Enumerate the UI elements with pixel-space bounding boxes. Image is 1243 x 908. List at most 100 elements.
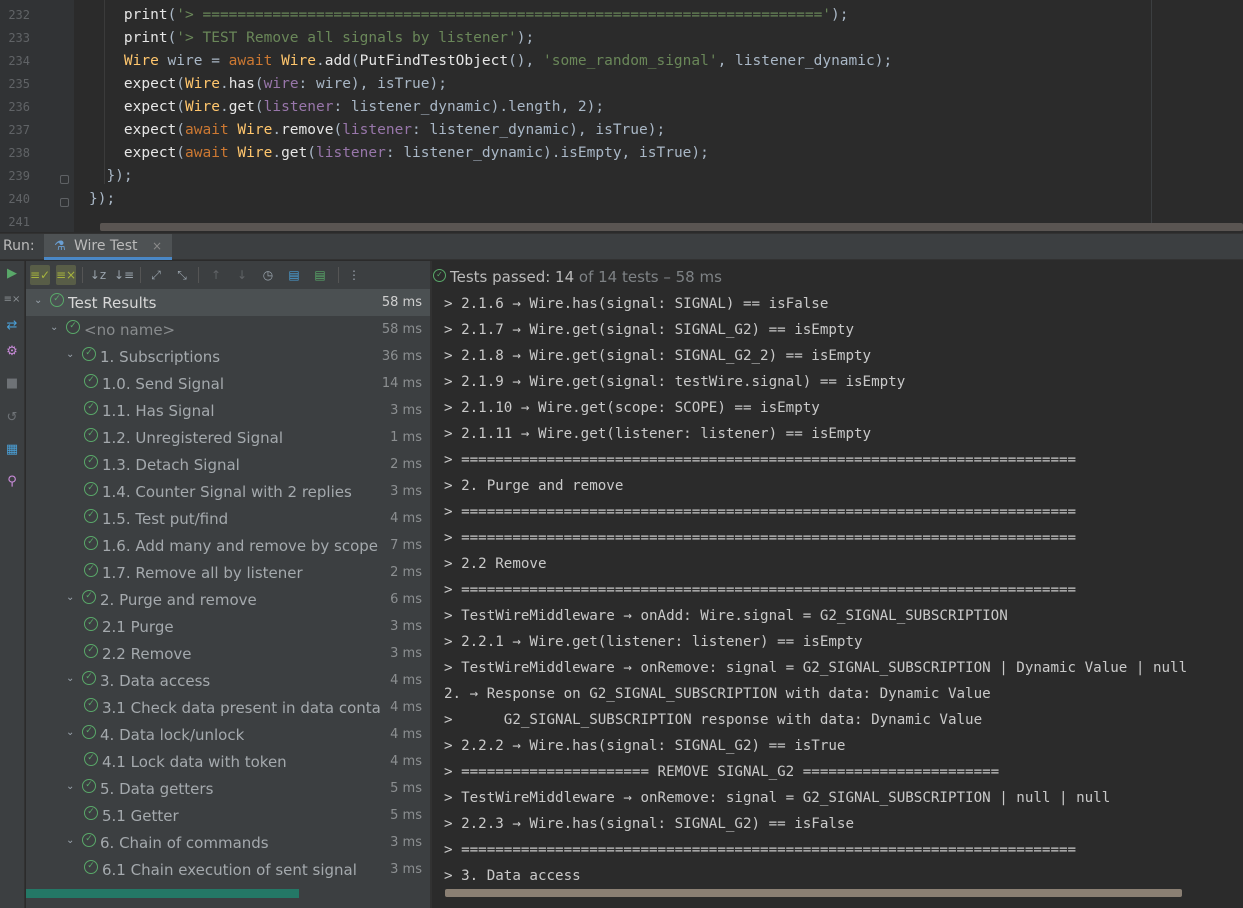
test-tree-item[interactable]: ✓ 2.1 Purge 3 ms: [26, 613, 430, 640]
collapse-all-icon[interactable]: ⤡: [172, 265, 192, 285]
sort-alphabetically-icon[interactable]: ↓z: [88, 265, 108, 285]
code-token: Wire: [185, 76, 220, 92]
test-tree-item[interactable]: ⌄ ✓ 3. Data access 4 ms: [26, 667, 430, 694]
fold-marker-icon[interactable]: [60, 198, 69, 207]
code-token: , listener_dynamic);: [717, 53, 893, 69]
code-line: });: [106, 165, 132, 188]
test-tree-item[interactable]: ✓ 1.1. Has Signal 3 ms: [26, 397, 430, 424]
test-tree-item[interactable]: ✓ 4.1 Lock data with token 4 ms: [26, 748, 430, 775]
console-output[interactable]: > 2.1.6 → Wire.has(signal: SIGNAL) == is…: [432, 291, 1243, 908]
console-line: > ======================================…: [444, 530, 1077, 546]
line-number: 234: [8, 54, 30, 68]
code-token: Wire: [123, 53, 159, 69]
code-token: : listener_dynamic).length, 2);: [333, 99, 605, 115]
expand-all-icon[interactable]: ⤢: [146, 265, 166, 285]
next-failed-icon[interactable]: ↓: [232, 265, 252, 285]
console-line: > 2.2.2 → Wire.has(signal: SIGNAL_G2) ==…: [444, 738, 846, 754]
pin-icon[interactable]: ⚲: [3, 473, 21, 491]
test-tree-item[interactable]: ✓ 1.7. Remove all by listener 2 ms: [26, 559, 430, 586]
test-tree-item[interactable]: ⌄ ✓ 2. Purge and remove 6 ms: [26, 586, 430, 613]
sort-by-duration-icon[interactable]: ↓≡: [114, 265, 134, 285]
test-tree-item[interactable]: ⌄ ✓ 4. Data lock/unlock 4 ms: [26, 721, 430, 748]
code-line: print('> TEST Remove all signals by list…: [124, 27, 534, 50]
test-tree-item[interactable]: ✓ 1.5. Test put/find 4 ms: [26, 505, 430, 532]
export-results-icon[interactable]: ▤: [284, 265, 304, 285]
test-duration: 1 ms: [390, 430, 422, 445]
test-history-icon[interactable]: ◷: [258, 265, 278, 285]
tab-wire-test[interactable]: ⚗ Wire Test ×: [44, 234, 172, 260]
test-duration: 36 ms: [381, 349, 422, 364]
code-line: expect(Wire.get(listener: listener_dynam…: [124, 96, 604, 119]
test-tree-item[interactable]: ⌄ ✓ Test Results 58 ms: [26, 289, 430, 316]
code-token: '> TEST Remove all signals by listener': [176, 30, 517, 46]
test-tree-item[interactable]: ✓ 1.3. Detach Signal 2 ms: [26, 451, 430, 478]
chevron-down-icon[interactable]: ⌄: [66, 673, 74, 684]
more-options-icon[interactable]: ⋮: [344, 265, 364, 285]
rerun-icon[interactable]: ▶: [3, 265, 21, 283]
test-duration: 3 ms: [390, 646, 422, 661]
test-tree-item[interactable]: ⌄ ✓ 6. Chain of commands 3 ms: [26, 829, 430, 856]
gear-icon[interactable]: ⚙: [3, 343, 21, 361]
layout-icon[interactable]: ▦: [3, 441, 21, 459]
test-tree-item[interactable]: ⌄ ✓ <no name> 58 ms: [26, 316, 430, 343]
stop-icon[interactable]: ■: [3, 375, 21, 393]
chevron-down-icon[interactable]: ⌄: [66, 727, 74, 738]
import-results-icon[interactable]: ▤: [310, 265, 330, 285]
test-tree-item[interactable]: ✓ 5.1 Getter 5 ms: [26, 802, 430, 829]
code-token: Wire: [185, 99, 220, 115]
show-ignored-icon[interactable]: ≡×: [56, 265, 76, 285]
test-duration: 58 ms: [381, 322, 422, 337]
editor-horizontal-scrollbar[interactable]: [100, 223, 1243, 231]
test-passed-icon: ✓: [66, 320, 80, 334]
test-results-tree[interactable]: ⌄ ✓ Test Results 58 ms ⌄ ✓ <no name> 58 ms ⌄ ✓ 1. …: [26, 289, 430, 908]
code-line: print('> ===============================…: [124, 4, 849, 27]
test-tree-item[interactable]: ✓ 1.4. Counter Signal with 2 replies 3 ms: [26, 478, 430, 505]
fold-marker-icon[interactable]: [60, 175, 69, 184]
chevron-down-icon[interactable]: ⌄: [66, 592, 74, 603]
flask-icon: ⚗: [54, 239, 66, 254]
chevron-down-icon[interactable]: ⌄: [50, 322, 58, 333]
test-duration: 2 ms: [390, 457, 422, 472]
test-duration: 3 ms: [390, 484, 422, 499]
test-tree-item[interactable]: ✓ 6.1 Chain execution of sent signal 3 ms: [26, 856, 430, 883]
test-tree-item[interactable]: ✓ 1.2. Unregistered Signal 1 ms: [26, 424, 430, 451]
chevron-down-icon[interactable]: ⌄: [66, 781, 74, 792]
test-passed-icon: ✓: [82, 725, 96, 739]
show-passed-icon[interactable]: ≡✓: [30, 265, 50, 285]
test-name: 6. Chain of commands: [100, 834, 269, 852]
test-name: 1.3. Detach Signal: [102, 456, 240, 474]
chevron-down-icon[interactable]: ⌄: [34, 295, 42, 306]
previous-failed-icon[interactable]: ↑: [206, 265, 226, 285]
test-tree-item[interactable]: ⌄ ✓ 5. Data getters 5 ms: [26, 775, 430, 802]
code-editor[interactable]: 232 233 234 235 236 237 238 239 240 241 print('> …: [0, 0, 1243, 232]
test-tree-item[interactable]: ✓ 3.1 Check data present in data conta 4 m…: [26, 694, 430, 721]
code-token: (: [307, 145, 317, 161]
console-line: > TestWireMiddleware → onRemove: signal …: [444, 660, 1188, 676]
code-token: .: [219, 76, 229, 92]
test-passed-icon: ✓: [82, 347, 96, 361]
code-token: .: [272, 122, 282, 138]
rerun-failed-icon[interactable]: ≡×: [3, 291, 21, 309]
test-tree-item[interactable]: ⌄ ✓ 1. Subscriptions 36 ms: [26, 343, 430, 370]
chevron-down-icon[interactable]: ⌄: [66, 349, 74, 360]
code-token: '> =====================================…: [176, 7, 832, 23]
test-name: 3.1 Check data present in data conta: [102, 699, 380, 717]
code-token: (: [176, 145, 186, 161]
test-duration: 7 ms: [390, 538, 422, 553]
test-passed-icon: ✓: [50, 293, 64, 307]
close-tab-button[interactable]: ×: [152, 239, 162, 253]
console-horizontal-scrollbar[interactable]: [445, 889, 1182, 897]
test-tree-item[interactable]: ✓ 1.6. Add many and remove by scope 7 ms: [26, 532, 430, 559]
test-duration: 6 ms: [390, 592, 422, 607]
test-duration: 4 ms: [390, 700, 422, 715]
code-token: (: [176, 76, 186, 92]
tree-horizontal-scrollbar[interactable]: [26, 889, 299, 898]
test-tree-item[interactable]: ✓ 1.0. Send Signal 14 ms: [26, 370, 430, 397]
right-margin-guide: [1151, 0, 1152, 224]
history-icon[interactable]: ↺: [3, 409, 21, 427]
chevron-down-icon[interactable]: ⌄: [66, 835, 74, 846]
test-tree-item[interactable]: ✓ 2.2 Remove 3 ms: [26, 640, 430, 667]
toggle-auto-test-icon[interactable]: ⇄: [3, 317, 21, 335]
line-number: 236: [8, 100, 30, 114]
test-name: 1.7. Remove all by listener: [102, 564, 303, 582]
